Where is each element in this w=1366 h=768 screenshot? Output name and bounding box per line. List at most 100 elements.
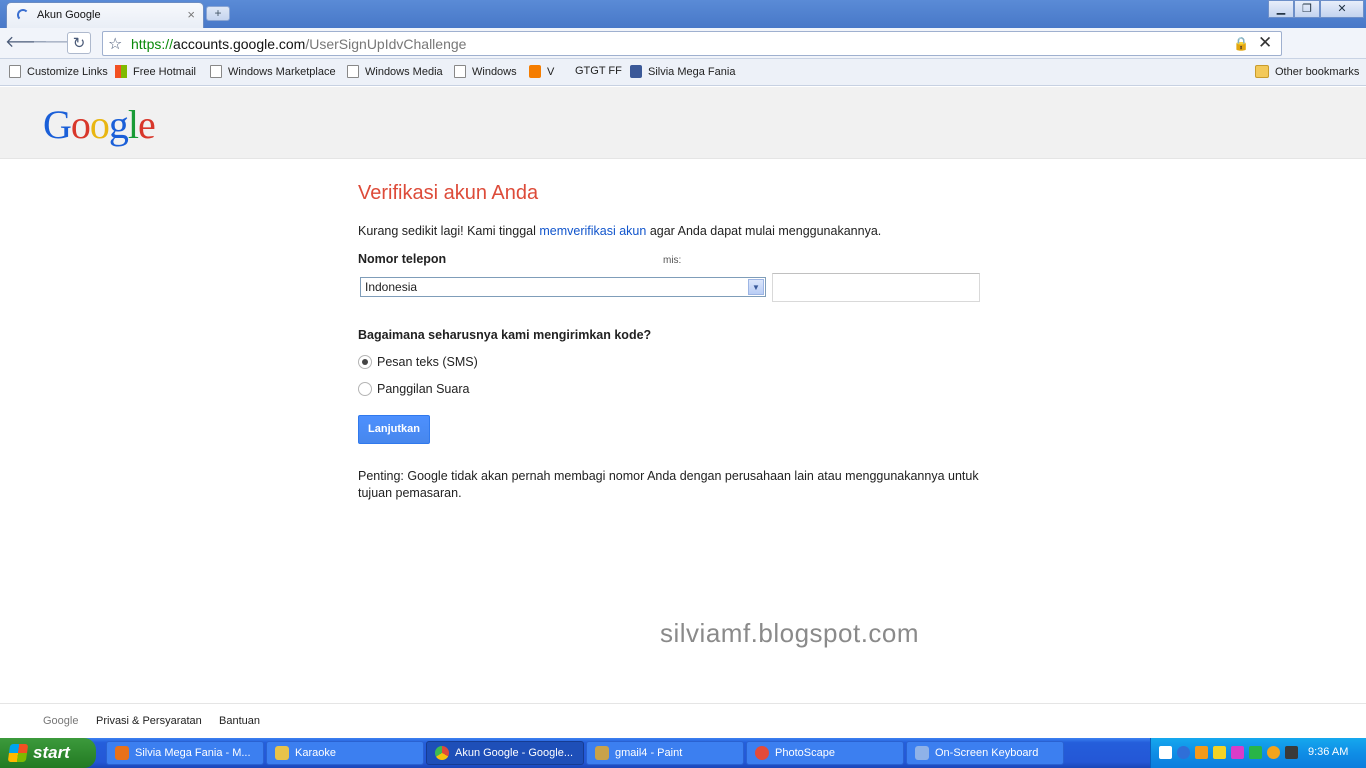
bookmark-windows-marketplace[interactable]: Windows Marketplace [210, 65, 336, 78]
bookmark-gtgt-ff[interactable]: GTGT FF [575, 65, 622, 77]
url-scheme: https:// [131, 36, 174, 52]
logo-letter: o [89, 102, 110, 147]
bookmark-silvia-mega-fania[interactable]: Silvia Mega Fania [630, 65, 735, 78]
verify-account-link[interactable]: memverifikasi akun [539, 224, 646, 238]
intro-text-start: Kurang sedikit lagi! Kami tinggal [358, 224, 540, 238]
google-logo[interactable]: Google [43, 101, 156, 148]
radio-button-selected[interactable] [358, 355, 372, 369]
app-tray-icon[interactable] [1231, 746, 1244, 759]
logo-letter: l [127, 102, 139, 147]
bookmark-label: Other bookmarks [1275, 65, 1360, 78]
shield-icon[interactable] [1213, 746, 1226, 759]
page-icon [9, 65, 21, 78]
taskbar-item-label: On-Screen Keyboard [935, 747, 1039, 759]
tab-title: Akun Google [37, 9, 101, 21]
bookmark-windows[interactable]: Windows [454, 65, 517, 78]
bookmark-customize-links[interactable]: Customize Links [9, 65, 108, 78]
chrome-icon [435, 746, 449, 760]
update-icon[interactable] [1267, 746, 1280, 759]
country-select-value: Indonesia [365, 280, 418, 294]
bookmark-label: Customize Links [27, 65, 108, 78]
keyboard-icon [915, 746, 929, 760]
window-close-button[interactable]: ✕ [1320, 0, 1364, 18]
start-button[interactable]: start [0, 738, 96, 768]
continue-button[interactable]: Lanjutkan [358, 415, 430, 444]
taskbar-clock[interactable]: 9:36 AM [1308, 746, 1348, 758]
radio-option-voice-call[interactable]: Panggilan Suara [358, 382, 469, 396]
os-taskbar: start Silvia Mega Fania - M... Karaoke A… [0, 738, 1366, 768]
example-label: mis: [663, 255, 682, 266]
bookmark-other-bookmarks[interactable]: Other bookmarks [1255, 65, 1359, 78]
radio-label: Pesan teks (SMS) [377, 355, 478, 369]
facebook-logo-icon [630, 65, 642, 78]
url-path: /UserSignUpIdvChallenge [305, 36, 467, 52]
address-bar[interactable]: ☆ https://accounts.google.com/UserSignUp… [102, 31, 1282, 56]
bookmark-v[interactable]: V [529, 65, 554, 78]
taskbar-item-label: Silvia Mega Fania - M... [135, 747, 251, 759]
chevron-left-icon[interactable] [1177, 746, 1190, 759]
browser-title-bar: Akun Google × + ▁ ❐ ✕ [0, 0, 1366, 28]
page-icon [210, 65, 222, 78]
stop-loading-icon[interactable]: ✕ [1258, 33, 1272, 53]
window-minimize-button[interactable]: ▁ [1268, 0, 1294, 18]
window-restore-button[interactable]: ❐ [1294, 0, 1320, 18]
bookmark-windows-media[interactable]: Windows Media [347, 65, 443, 78]
bookmark-label: Windows Marketplace [228, 65, 336, 78]
lock-icon[interactable]: 🔒 [1233, 36, 1249, 52]
taskbar-item-label: Akun Google - Google... [455, 747, 574, 759]
logo-letter: g [108, 102, 129, 147]
bookmarks-bar: Customize Links Free Hotmail Windows Mar… [0, 59, 1366, 86]
windows-flag-icon [7, 744, 29, 762]
bookmark-label: GTGT FF [575, 65, 622, 77]
paint-icon [595, 746, 609, 760]
url-text[interactable]: https://accounts.google.com/UserSignUpId… [131, 36, 466, 52]
delivery-method-question: Bagaimana seharusnya kami mengirimkan ko… [358, 328, 652, 342]
folder-icon [275, 746, 289, 760]
url-host: accounts.google.com [173, 36, 306, 52]
bookmark-free-hotmail[interactable]: Free Hotmail [115, 65, 196, 78]
network-icon[interactable] [1285, 746, 1298, 759]
start-label: start [33, 743, 70, 762]
radio-label: Panggilan Suara [377, 382, 470, 396]
taskbar-item-photoscape[interactable]: PhotoScape [746, 741, 904, 765]
firefox-icon [115, 746, 129, 760]
privacy-note: Penting: Google tidak akan pernah membag… [358, 469, 979, 500]
browser-tab-akun-google[interactable]: Akun Google × [6, 2, 204, 28]
bookmark-label: V [547, 65, 555, 78]
taskbar-item-silvia-mega-fania[interactable]: Silvia Mega Fania - M... [106, 741, 264, 765]
folder-icon [1255, 65, 1269, 78]
phone-number-label: Nomor telepon [358, 252, 447, 266]
help-icon[interactable] [1159, 746, 1172, 759]
country-select[interactable]: Indonesia ▼ [360, 277, 766, 297]
taskbar-item-karaoke[interactable]: Karaoke [266, 741, 424, 765]
play-icon[interactable] [1249, 746, 1262, 759]
phone-number-input[interactable] [772, 273, 980, 302]
taskbar-item-label: gmail4 - Paint [615, 747, 683, 759]
forward-arrow-icon[interactable]: 🡒 [32, 32, 75, 54]
verification-form: Verifikasi akun Anda Kurang sedikit lagi… [358, 182, 1018, 500]
footer-google: Google [43, 715, 79, 727]
logo-letter: G [43, 102, 72, 147]
taskbar-item-akun-google[interactable]: Akun Google - Google... [426, 741, 584, 765]
windows-logo-icon [115, 65, 127, 78]
bookmark-star-icon[interactable]: ☆ [108, 34, 122, 54]
media-icon[interactable] [1195, 746, 1208, 759]
radio-button[interactable] [358, 382, 372, 396]
page-title: Verifikasi akun Anda [358, 182, 539, 204]
photoscape-icon [755, 746, 769, 760]
tab-close-icon[interactable]: × [187, 7, 195, 22]
chevron-down-icon[interactable]: ▼ [748, 279, 764, 295]
reload-icon[interactable]: ↻ [67, 32, 91, 54]
watermark-text: silviamf.blogspot.com [660, 618, 920, 648]
footer-privacy-link[interactable]: Privasi & Persyaratan [96, 715, 202, 727]
page-header: Google [0, 87, 1366, 159]
taskbar-item-label: Karaoke [295, 747, 336, 759]
new-tab-button[interactable]: + [206, 6, 230, 21]
page-footer: Google Privasi & Persyaratan Bantuan [0, 703, 1366, 738]
footer-help-link[interactable]: Bantuan [219, 715, 260, 727]
back-arrow-icon[interactable]: 🡐 [5, 32, 48, 54]
radio-option-sms[interactable]: Pesan teks (SMS) [358, 355, 478, 369]
taskbar-item-on-screen-keyboard[interactable]: On-Screen Keyboard [906, 741, 1064, 765]
logo-letter: o [70, 102, 91, 147]
taskbar-item-paint[interactable]: gmail4 - Paint [586, 741, 744, 765]
